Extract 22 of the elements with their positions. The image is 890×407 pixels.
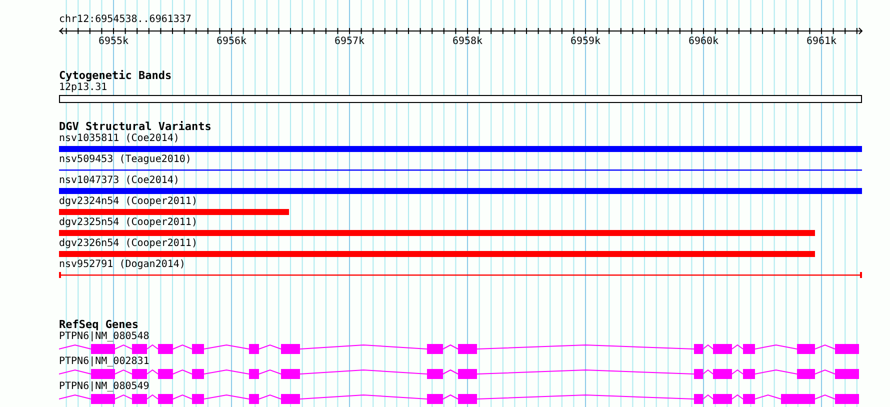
band-label: 12p13.31 (59, 82, 108, 94)
variant-label: dgv2326n54 (Cooper2011) (59, 238, 198, 250)
transcript-label: PTPN6|NM_080549 (59, 381, 150, 393)
transcript-label: PTPN6|NM_002831 (59, 356, 150, 368)
variant-label: nsv952791 (Dogan2014) (59, 259, 186, 271)
variant-label: nsv1047373 (Coe2014) (59, 175, 180, 187)
variant-label: nsv1035811 (Coe2014) (59, 133, 180, 145)
track-title: RefSeq Genes (59, 318, 138, 331)
tick-label: 6956k (216, 36, 247, 48)
track-title: DGV Structural Variants (59, 120, 212, 133)
track-title: Cytogenetic Bands (59, 69, 172, 82)
variant-label: nsv509453 (Teague2010) (59, 154, 192, 166)
tick-label: 6960k (688, 36, 719, 48)
ruler-title: chr12:6954538..6961337 (59, 14, 192, 26)
variant-label: dgv2324n54 (Cooper2011) (59, 196, 198, 208)
transcript-label: PTPN6|NM_080548 (59, 331, 150, 343)
tick-label: 6961k (806, 36, 837, 48)
tick-label: 6955k (98, 36, 129, 48)
tick-label: 6959k (570, 36, 601, 48)
variant-label: dgv2325n54 (Cooper2011) (59, 217, 198, 229)
tick-label: 6958k (452, 36, 483, 48)
tick-label: 6957k (334, 36, 365, 48)
